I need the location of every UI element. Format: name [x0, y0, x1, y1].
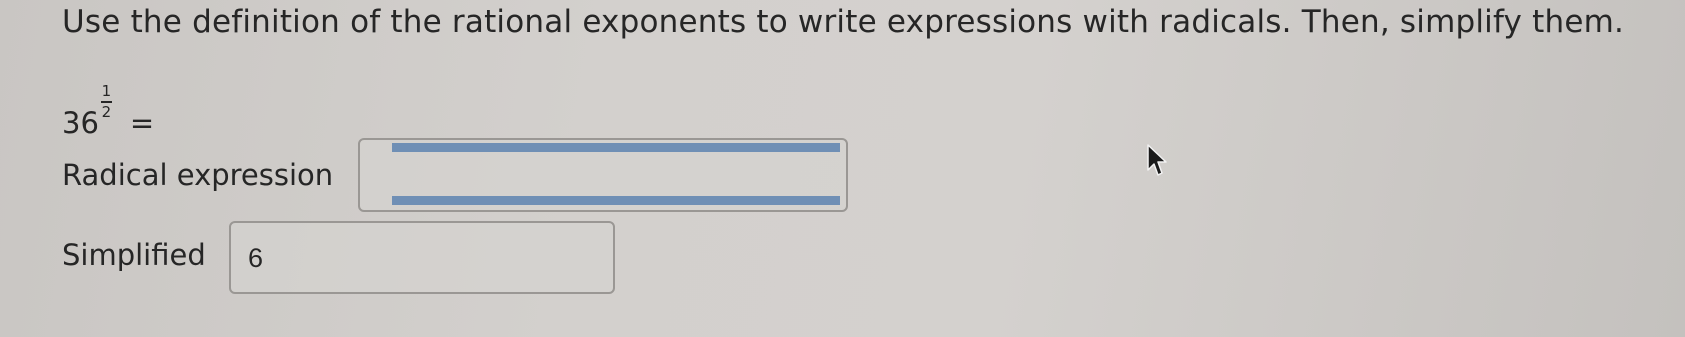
exponent-fraction: 1 2	[100, 82, 112, 121]
expression-base: 36	[62, 106, 99, 140]
exponent-denominator: 2	[101, 103, 112, 121]
equals-sign: =	[129, 106, 155, 140]
simplified-label: Simplified	[62, 238, 206, 272]
radical-expression-label: Radical expression	[62, 158, 334, 192]
rational-exponent-expression: 36 1 2 =	[62, 84, 155, 140]
input-highlight-bottom	[392, 196, 840, 205]
exponent-numerator: 1	[101, 82, 112, 100]
input-highlight-top	[392, 143, 840, 152]
radical-expression-input[interactable]	[358, 138, 848, 212]
mouse-pointer-icon	[1147, 144, 1167, 176]
simplified-input[interactable]: 6	[229, 221, 615, 294]
question-instruction: Use the definition of the rational expon…	[62, 4, 1625, 40]
